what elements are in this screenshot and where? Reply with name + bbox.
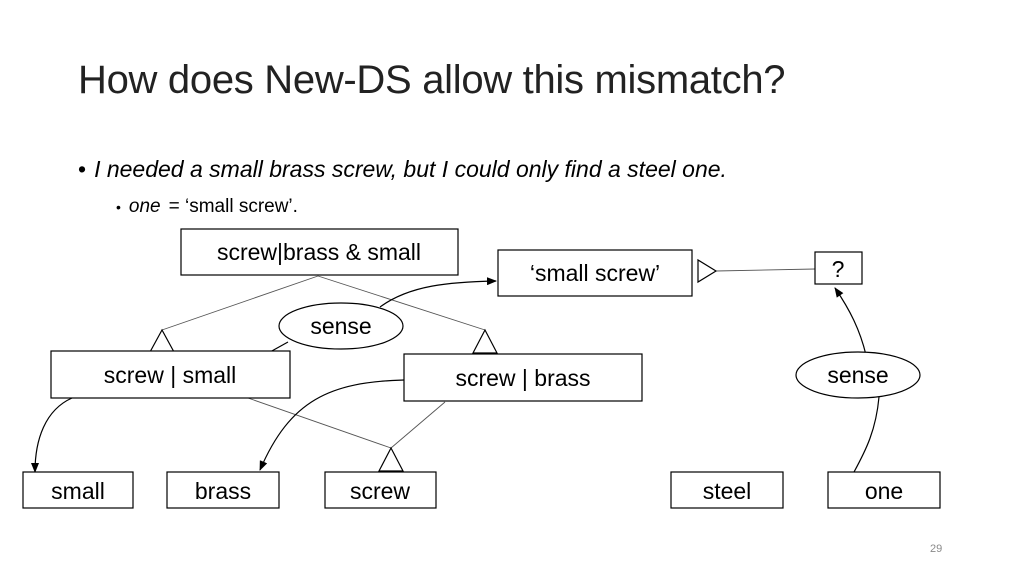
label-small-screw: ‘small screw’ [530, 260, 660, 286]
label-sense-left: sense [310, 313, 371, 339]
label-question: ? [832, 256, 845, 282]
sense-arrow [379, 277, 497, 308]
isa-line [715, 268, 816, 272]
label-one: one [865, 478, 903, 504]
one-link [853, 396, 880, 473]
label-screw: screw [350, 478, 410, 504]
page-number: 29 [930, 543, 943, 555]
label-screw-brass: screw | brass [455, 365, 590, 391]
diagram: screw|brass & small ‘small screw’ ? sens… [22, 228, 941, 509]
small-arrow [31, 397, 73, 473]
label-small: small [51, 478, 105, 504]
label-screw-small: screw | small [104, 362, 237, 388]
sense-right-arrow [834, 287, 867, 356]
isa-line [247, 397, 392, 449]
isa-triangle [472, 328, 498, 354]
isa-triangle [697, 258, 718, 284]
isa-triangle [378, 446, 404, 472]
label-brass: brass [195, 478, 251, 504]
label-steel: steel [703, 478, 752, 504]
isa-triangle [148, 328, 176, 353]
isa-line [390, 401, 446, 449]
label-sense-right: sense [827, 362, 888, 388]
label-screw-brass-small: screw|brass & small [217, 239, 421, 265]
